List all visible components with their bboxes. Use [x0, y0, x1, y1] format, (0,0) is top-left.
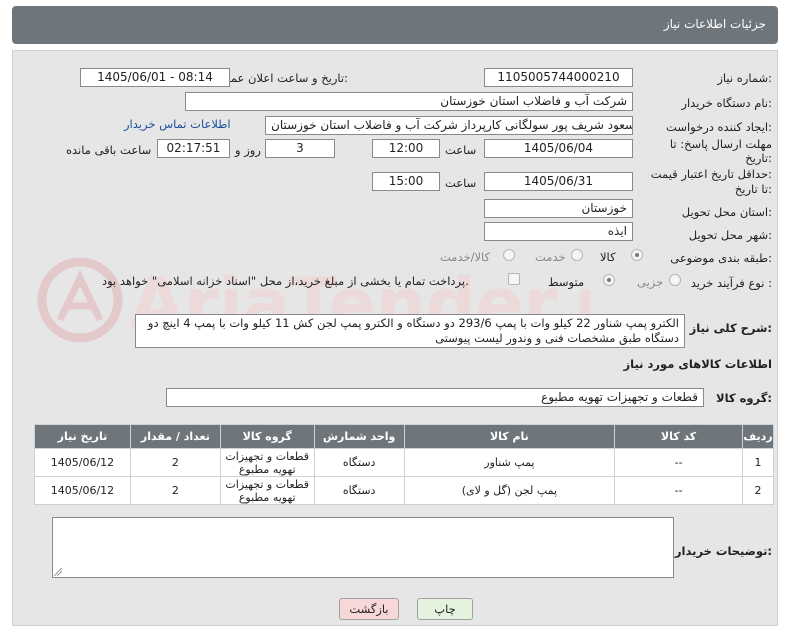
category-goods-label: کالا — [600, 250, 616, 264]
buyer-contact-link[interactable]: اطلاعات تماس خریدار — [124, 117, 231, 131]
cell-group-line-2: تهویه مطبوع — [238, 462, 296, 476]
province-field: خوزستان — [484, 199, 633, 218]
cell-group-line-1: قطعات و تجهیزات — [225, 449, 310, 463]
cell-date: 1405/06/12 — [34, 476, 131, 505]
category-label: طبقه بندی موضوعی: — [670, 251, 772, 265]
treasury-payment-note: پرداخت تمام یا بخشی از مبلغ خرید،از محل … — [102, 274, 469, 288]
goods-table-header: تاریخ نیاز تعداد / مقدار گروه کالا واحد … — [34, 424, 775, 449]
cell-qty: 2 — [129, 448, 221, 477]
goods-group-label: گروه کالا: — [716, 391, 772, 405]
cell-row: 2 — [741, 476, 775, 505]
need-number-label: شماره نیاز: — [717, 71, 772, 85]
table-row: 1405/06/12 2 قطعات و تجهیزات تهویه مطبوع … — [34, 476, 775, 505]
remaining-time-label: ساعت باقی مانده — [66, 143, 152, 157]
back-button[interactable]: بازگشت — [339, 598, 399, 620]
treasury-payment-checkbox[interactable] — [508, 273, 520, 285]
deadline-time-field: 12:00 — [372, 139, 440, 158]
creator-field: مسعود شریف پور سولگانی کارپرداز شرکت آب … — [265, 116, 633, 135]
col-unit: واحد شمارش — [313, 424, 405, 449]
cell-group-line-2: تهویه مطبوع — [238, 490, 296, 504]
need-number-field: 1105005744000210 — [484, 68, 633, 87]
resize-handle-icon[interactable] — [54, 568, 62, 576]
description-textarea[interactable]: الکترو پمپ شناور 22 کیلو وات با پمپ 293/… — [135, 314, 685, 348]
process-minor-radio[interactable] — [669, 274, 681, 286]
col-need-date: تاریخ نیاز — [34, 424, 131, 449]
cell-group: قطعات و تجهیزات تهویه مطبوع — [219, 448, 315, 477]
cell-name: پمپ لجن (گل و لای) — [403, 476, 616, 505]
goods-section-title: اطلاعات کالاهای مورد نیاز — [623, 357, 772, 371]
validity-time-label: ساعت — [445, 176, 477, 190]
goods-table: تاریخ نیاز تعداد / مقدار گروه کالا واحد … — [34, 424, 775, 505]
remaining-time-field: 02:17:51 — [157, 139, 230, 158]
col-quantity: تعداد / مقدار — [129, 424, 221, 449]
page-title: جزئیات اطلاعات نیاز — [663, 17, 766, 31]
print-button[interactable]: چاپ — [417, 598, 473, 620]
page-header: جزئیات اطلاعات نیاز — [12, 6, 778, 44]
buyer-org-label: نام دستگاه خریدار: — [681, 96, 772, 110]
goods-group-field: قطعات و تجهیزات تهویه مطبوع — [166, 388, 704, 407]
cell-code: -- — [614, 476, 743, 505]
cell-date: 1405/06/12 — [34, 448, 131, 477]
validity-label-1: حداقل تاریخ اعتبار قیمت: — [650, 167, 772, 181]
validity-label-2: تا تاریخ: — [734, 182, 772, 196]
buyer-notes-label: توضیحات خریدار: — [674, 544, 772, 558]
col-code: کد کالا — [614, 424, 743, 449]
process-medium-label: متوسط — [548, 275, 585, 289]
city-field: ایذه — [484, 222, 633, 241]
deadline-time-label: ساعت — [445, 143, 477, 157]
validity-time-field: 15:00 — [372, 172, 440, 191]
process-medium-radio[interactable] — [603, 274, 615, 286]
process-minor-label: جزیی — [637, 275, 664, 289]
category-goods-radio[interactable] — [631, 249, 643, 261]
cell-unit: دستگاه — [313, 448, 405, 477]
category-service-radio[interactable] — [571, 249, 583, 261]
deadline-label-1: مهلت ارسال پاسخ: تا — [669, 137, 772, 151]
cell-row: 1 — [741, 448, 775, 477]
days-remaining-field: 3 — [265, 139, 335, 158]
announce-datetime-field: 1405/06/01 - 08:14 — [80, 68, 230, 87]
description-line-1: الکترو پمپ شناور 22 کیلو وات با پمپ 293/… — [147, 316, 679, 330]
deadline-date-field: 1405/06/04 — [484, 139, 633, 158]
validity-date-field: 1405/06/31 — [484, 172, 633, 191]
cell-name: پمپ شناور — [403, 448, 616, 477]
city-label: شهر محل تحویل: — [688, 228, 772, 242]
category-service-label: خدمت — [535, 250, 566, 264]
col-row: ردیف — [741, 424, 775, 449]
col-name: نام کالا — [403, 424, 616, 449]
description-label: شرح کلی نیاز: — [689, 321, 772, 335]
province-label: استان محل تحویل: — [681, 205, 772, 219]
deadline-label-2: تاریخ: — [745, 151, 772, 165]
col-group: گروه کالا — [219, 424, 315, 449]
buyer-org-field: شرکت آب و فاضلاب استان خوزستان — [185, 92, 633, 111]
process-label: نوع فرآیند خرید : — [690, 276, 772, 290]
table-row: 1405/06/12 2 قطعات و تجهیزات تهویه مطبوع … — [34, 448, 775, 477]
cell-group: قطعات و تجهیزات تهویه مطبوع — [219, 476, 315, 505]
category-goods-service-radio[interactable] — [503, 249, 515, 261]
announce-label: تاریخ و ساعت اعلان عمومی: — [209, 71, 348, 85]
description-line-2: دستگاه طبق مشخصات فنی و وندور لیست پیوست… — [435, 331, 679, 345]
cell-unit: دستگاه — [313, 476, 405, 505]
days-label: روز و — [235, 143, 261, 157]
buyer-notes-textarea[interactable] — [52, 517, 674, 578]
cell-qty: 2 — [129, 476, 221, 505]
category-goods-service-label: کالا/خدمت — [440, 250, 491, 264]
cell-group-line-1: قطعات و تجهیزات — [225, 477, 310, 491]
creator-label: ایجاد کننده درخواست: — [666, 120, 772, 134]
cell-code: -- — [614, 448, 743, 477]
